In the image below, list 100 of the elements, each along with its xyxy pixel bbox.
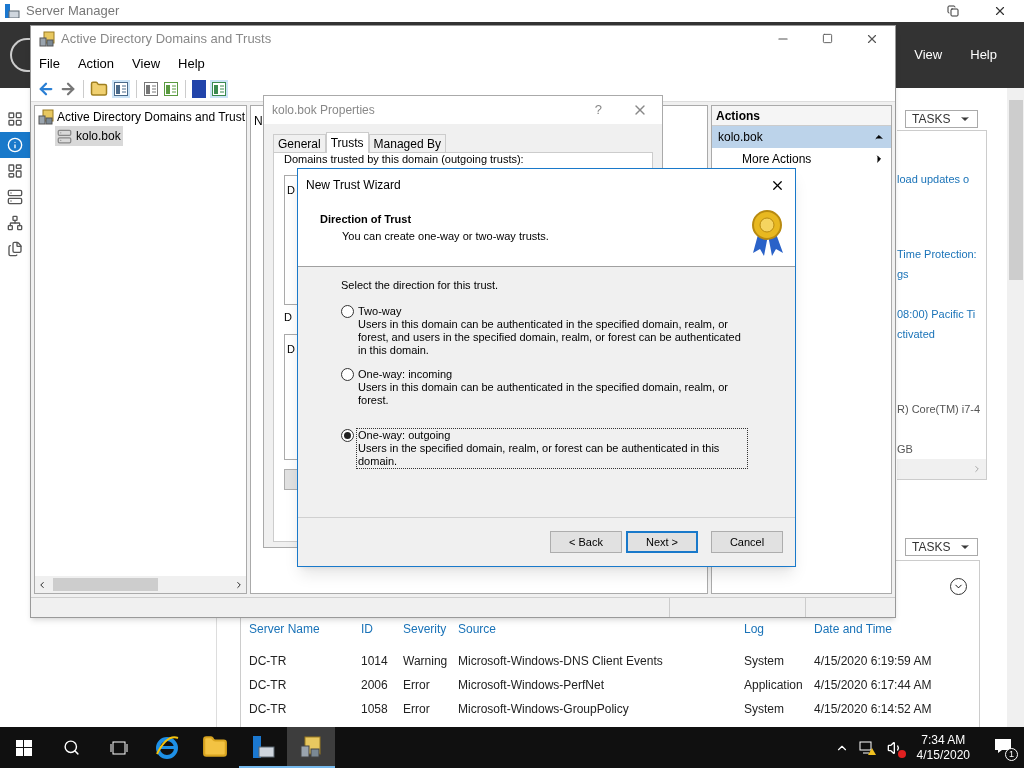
property-link[interactable]: ctivated [897,324,986,344]
server-manager-icon [4,4,20,18]
menu-item[interactable]: Action [77,53,115,74]
table-cell-text: Microsoft-Windows-PerfNet [458,677,606,694]
menu-item[interactable]: View [132,53,161,74]
menu-item[interactable]: View [914,45,943,65]
table-cell-text: 2006 [361,677,389,694]
table-cell-text: Application [744,677,804,694]
option-label[interactable]: One-way: outgoing [358,428,746,442]
table-cell-text: Microsoft-Windows-GroupPolicy [458,701,630,718]
column-header[interactable]: Date and Time [814,620,944,638]
files-icon [7,241,23,257]
dialog-title: New Trust Wizard [306,177,401,194]
table-cell-text: 1058 [361,701,389,718]
table-cell-text: Error [403,701,431,718]
table-cell-text: Error [403,677,431,694]
folder-icon [202,733,228,760]
list-icon[interactable] [143,80,159,97]
action-item[interactable]: More Actions [712,148,891,170]
tree-item[interactable]: kolo.bok [55,126,123,146]
tab[interactable]: Trusts [325,132,369,153]
grid-icon [7,111,23,127]
server-manager-icon [250,733,276,760]
column-header[interactable]: Server Name [249,620,361,638]
horizontal-scrollbar[interactable] [35,576,246,593]
pane-icon[interactable] [113,80,129,97]
section-label: D [284,310,292,325]
domains-icon [39,30,55,47]
property-value: GB [897,442,914,457]
menu-item[interactable]: File [39,53,60,74]
table-cell-text: DC-TR [249,653,288,670]
column-header[interactable]: Severity [403,620,458,638]
close-icon[interactable] [993,4,1007,18]
tasks-dropdown[interactable]: TASKS [905,538,978,556]
option-description: Users in this domain can be authenticated in the specified domain, realm, or forest, and users in the specified domain, realm, or forest can be authenticated in this domain. [358,317,742,357]
volume-muted-icon[interactable] [886,739,903,756]
info-icon [7,137,23,153]
radio-button[interactable] [341,428,354,442]
dialog-button[interactable]: Next > [626,531,698,553]
nav-item[interactable] [0,132,30,158]
table-cell-text: 4/15/2020 6:17:44 AM [814,677,933,694]
clock-time[interactable]: 7:34 AM [921,732,966,748]
table-cell-text: Warning [403,653,449,670]
clock-date[interactable]: 4/15/2020 [916,747,970,763]
table-cell-text: System [744,701,785,718]
tasks-dropdown[interactable]: TASKS [905,110,978,128]
tiles-icon [7,163,23,179]
wizard-subheading: You can create one-way or two-way trusts. [341,228,549,244]
scroll-right-icon[interactable] [234,579,244,590]
horizontal-scrollbar[interactable] [897,459,986,479]
wizard-heading: Direction of Trust [320,212,413,227]
window-title: Server Manager [26,2,120,21]
maximize-icon[interactable] [822,33,833,44]
radio-button[interactable] [341,304,354,318]
column-header[interactable]: ID [361,620,403,638]
server-icon [7,189,23,205]
column-header[interactable]: N [254,114,263,128]
table-cell-text: DC-TR [249,701,288,718]
restore-icon[interactable] [947,5,959,17]
prompt-text: Select the direction for this trust. [341,278,500,293]
property-link[interactable]: 08:00) Pacific Ti [897,304,986,324]
table-cell-text: Microsoft-Windows-DNS Client Events [458,653,664,670]
browser-icon [154,733,180,760]
option-description: Users in the specified domain, realm, or forest can be authenticated in this domain. [358,441,721,468]
column-header[interactable]: Log [744,620,814,638]
property-link[interactable]: load updates o [897,169,986,189]
tab[interactable]: Managed By [368,134,446,152]
table-cell-text: System [744,653,785,670]
option-label[interactable]: One-way: incoming [358,367,746,381]
network-icon [7,215,23,231]
tree-item[interactable]: Active Directory Domains and Trust [35,106,246,126]
table-cell-text: 1014 [361,653,389,670]
domains-icon [38,109,54,125]
radio-button[interactable] [341,367,354,381]
tab[interactable]: General [273,134,326,152]
dialog-button[interactable]: Cancel [711,531,783,553]
menu-item[interactable]: Help [970,45,997,65]
option-description: Users in this domain can be authenticated in the specified domain, realm, or forest. [358,380,729,407]
option-label[interactable]: Two-way [358,304,746,318]
scroll-left-icon[interactable] [37,579,47,590]
section-label: Domains trusted by this domain (outgoing trusts): [284,153,525,165]
task-view-icon[interactable] [110,740,128,755]
windows-logo-icon[interactable] [16,739,32,756]
pane-icon[interactable] [211,80,227,97]
taskbar-app-button[interactable] [287,727,335,768]
search-icon[interactable] [63,739,80,756]
actions-section[interactable]: kolo.bok [712,126,891,148]
dialog-button[interactable]: < Back [550,531,622,553]
property-link[interactable]: gs [897,264,986,284]
export-icon[interactable] [163,80,179,97]
menu-item[interactable]: Help [178,53,205,74]
folder-icon[interactable] [90,79,108,98]
domains-icon [298,733,324,760]
vertical-scrollbar[interactable] [1007,88,1024,727]
domain-icon [57,128,72,144]
property-link[interactable]: Time Protection: [897,244,986,264]
network-warning-icon[interactable] [858,739,877,756]
column-header[interactable]: Source [458,620,744,638]
help-button[interactable]: ? [594,100,602,120]
table-cell-text: 4/15/2020 6:14:52 AM [814,701,933,718]
